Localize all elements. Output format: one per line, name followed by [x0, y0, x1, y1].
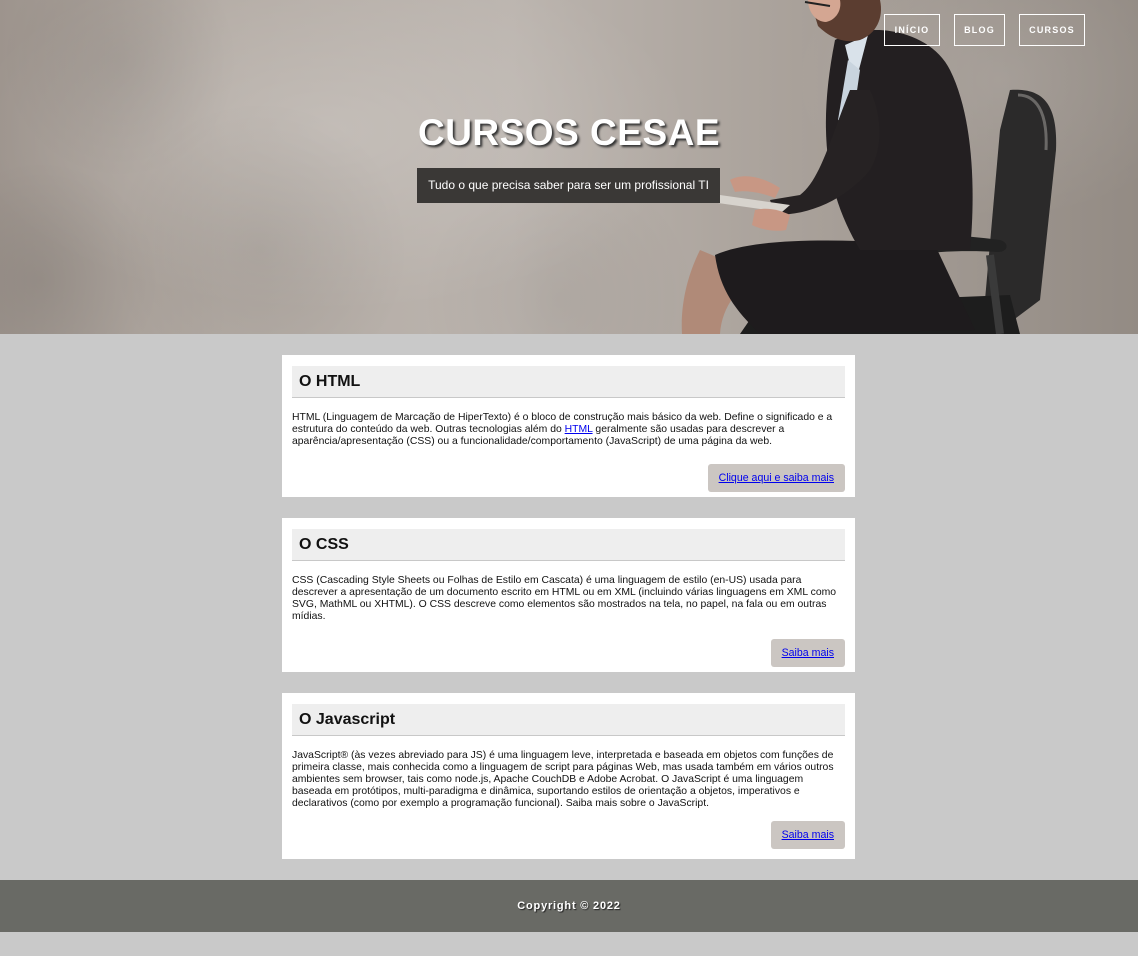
- nav-inicio-button[interactable]: INÍCIO: [884, 14, 940, 46]
- nav-cursos-button[interactable]: CURSOS: [1019, 14, 1085, 46]
- hero-subtitle: Tudo o que precisa saber para ser um pro…: [417, 168, 720, 203]
- businesswoman-image: [681, 0, 1057, 334]
- card-title: O HTML: [292, 366, 845, 398]
- card-javascript: O Javascript JavaScript® (às vezes abrev…: [282, 693, 855, 859]
- card-title: O Javascript: [292, 704, 845, 736]
- copyright-text: Copyright © 2022: [517, 900, 621, 912]
- card-actions: Saiba mais: [292, 821, 845, 849]
- card-title: O CSS: [292, 529, 845, 561]
- page-footer: Copyright © 2022: [0, 880, 1138, 932]
- card-description: HTML (Linguagem de Marcação de HiperText…: [292, 412, 845, 448]
- card-html: O HTML HTML (Linguagem de Marcação de Hi…: [282, 355, 855, 497]
- html-inline-link[interactable]: HTML: [565, 424, 593, 435]
- card-actions: Saiba mais: [292, 639, 845, 667]
- learn-more-css-button[interactable]: Saiba mais: [770, 639, 845, 667]
- hero-title: CURSOS CESAE: [417, 112, 721, 153]
- nav-blog-button[interactable]: BLOG: [954, 14, 1005, 46]
- card-css: O CSS CSS (Cascading Style Sheets ou Fol…: [282, 518, 855, 672]
- card-description: CSS (Cascading Style Sheets ou Folhas de…: [292, 575, 837, 622]
- hero-banner: INÍCIO BLOG CURSOS CURSOS CESAE Tudo o q…: [0, 0, 1138, 334]
- learn-more-javascript-button[interactable]: Saiba mais: [770, 821, 845, 849]
- card-description: JavaScript® (às vezes abreviado para JS)…: [292, 750, 834, 809]
- learn-more-html-button[interactable]: Clique aqui e saiba mais: [707, 464, 845, 492]
- top-navigation: INÍCIO BLOG CURSOS: [884, 14, 1085, 46]
- card-actions: Clique aqui e saiba mais: [292, 464, 845, 492]
